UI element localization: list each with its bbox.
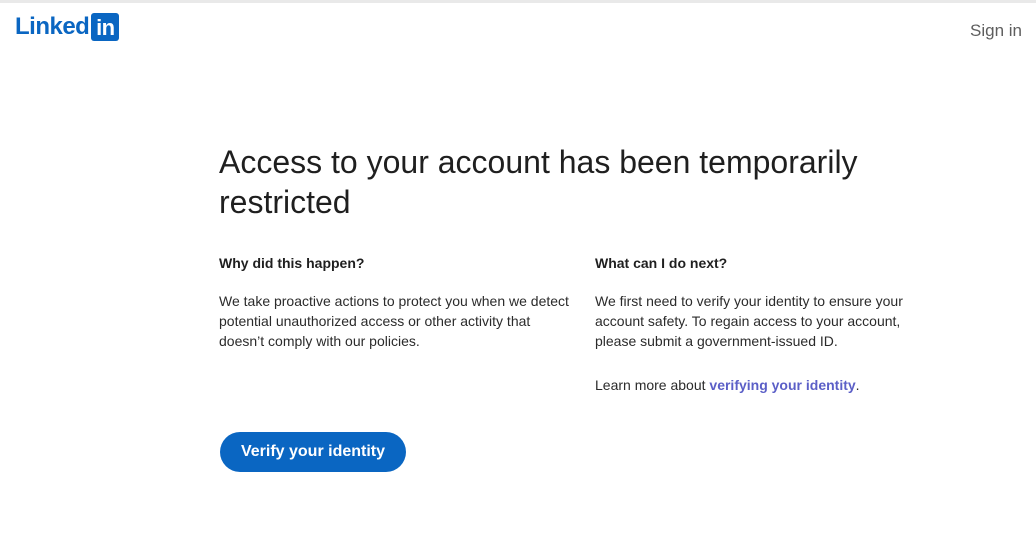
linkedin-logo[interactable]: Linked in	[15, 13, 120, 41]
next-body: We first need to verify your identity to…	[595, 293, 903, 349]
verifying-identity-link[interactable]: verifying your identity	[709, 377, 855, 393]
learn-more-prefix: Learn more about	[595, 377, 710, 393]
page-title: Access to your account has been temporar…	[219, 144, 858, 220]
sign-in-link[interactable]: Sign in	[970, 21, 1022, 41]
why-heading: Why did this happen?	[219, 255, 365, 271]
next-section: What can I do next? We first need to ver…	[595, 253, 945, 395]
logo-in-icon: in	[91, 13, 120, 41]
next-heading: What can I do next?	[595, 255, 728, 271]
verify-identity-button[interactable]: Verify your identity	[220, 432, 406, 472]
learn-more-suffix: .	[855, 377, 860, 393]
learn-more-text: Learn more about verifying your identity…	[595, 375, 945, 395]
header: Linked in Sign in	[0, 3, 1036, 55]
why-body: We take proactive actions to protect you…	[219, 293, 569, 349]
why-section: Why did this happen? We take proactive a…	[219, 253, 569, 351]
logo-wordmark: Linked	[15, 13, 90, 40]
